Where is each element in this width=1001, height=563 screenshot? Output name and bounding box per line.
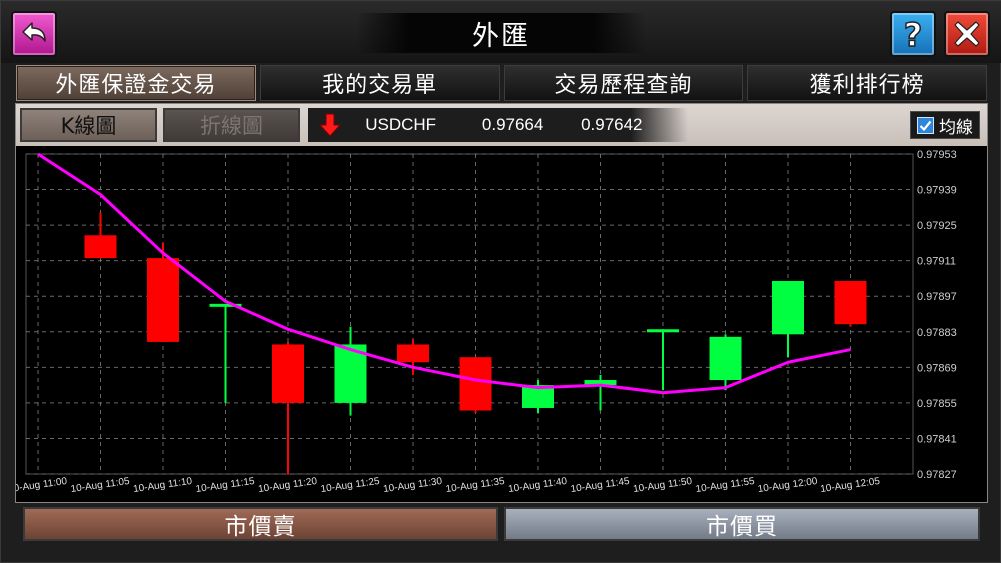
candle-body [84, 235, 117, 259]
quote-bid: 0.97664 [481, 115, 544, 134]
line-chart-button[interactable]: 折線圖 [163, 108, 300, 142]
x-tick-label: 10-Aug 11:40 [508, 476, 569, 495]
y-tick-label: 0.97883 [917, 327, 957, 339]
chart-panel: K線圖 折線圖 USDCHF 0.97664 0.97642 均線 0.9795… [15, 103, 988, 503]
close-x-icon [954, 21, 980, 47]
x-tick-label: 10-Aug 12:05 [820, 476, 881, 495]
svg-text:?: ? [904, 17, 923, 51]
y-tick-label: 0.97855 [917, 398, 957, 410]
x-tick-label: 10-Aug 11:55 [695, 476, 756, 495]
app-window: 外匯 ? 外匯保證金交易 我的交易單 交易歷程查詢 獲利排行榜 K線圖 折線圖 [0, 0, 1001, 563]
y-tick-label: 0.97939 [917, 185, 957, 197]
x-tick-label: 10-Aug 11:20 [258, 476, 319, 495]
tab-forex-margin-trading[interactable]: 外匯保證金交易 [16, 65, 256, 101]
x-tick-label: 10-Aug 11:45 [570, 476, 631, 495]
x-tick-label: 10-Aug 11:15 [195, 476, 256, 495]
x-tick-label: 10-Aug 11:30 [383, 476, 444, 495]
y-tick-label: 0.97911 [917, 256, 956, 268]
red-down-arrow-icon [316, 113, 343, 137]
candle-body [772, 280, 804, 335]
x-tick-label: 10-Aug 11:05 [70, 476, 131, 495]
market-sell-button[interactable]: 市價賣 [23, 507, 498, 541]
candlestick-chart[interactable]: 0.97953 0.97939 0.97925 0.97911 0.97897 0.978… [16, 146, 987, 502]
kline-chart-button[interactable]: K線圖 [20, 108, 157, 142]
y-tick-label: 0.97953 [917, 149, 957, 161]
candle-body [147, 258, 179, 342]
quote-symbol: USDCHF [365, 115, 437, 134]
window-title: 外匯 [356, 13, 646, 53]
y-tick-label: 0.97827 [917, 469, 957, 481]
help-button[interactable]: ? [890, 11, 936, 57]
y-tick-label: 0.97869 [917, 362, 957, 374]
close-button[interactable] [944, 11, 990, 57]
quote-ask: 0.97642 [581, 115, 643, 134]
x-tick-label: 10-Aug 11:35 [445, 476, 506, 495]
x-tick-label: 10-Aug 11:50 [633, 476, 694, 495]
main-tabs: 外匯保證金交易 我的交易單 交易歷程查詢 獲利排行榜 [16, 65, 987, 101]
y-tick-label: 0.97897 [917, 291, 957, 303]
checkbox-checked-icon[interactable] [917, 116, 934, 134]
tab-trade-history[interactable]: 交易歷程查詢 [503, 65, 744, 101]
candle-body [709, 336, 742, 381]
tab-profit-ranking[interactable]: 獲利排行榜 [747, 65, 987, 101]
candle-body [834, 280, 867, 325]
x-tick-label: 10-Aug 11:10 [133, 476, 194, 495]
market-buy-button[interactable]: 市價買 [504, 507, 980, 541]
x-tick-label: 10-Aug 12:00 [757, 476, 818, 495]
back-arrow-icon [22, 22, 46, 42]
question-mark-icon: ? [903, 17, 923, 51]
candle-body [647, 329, 679, 333]
title-bar: 外匯 ? [1, 1, 1001, 63]
x-tick-label: 10-Aug 11:00 [16, 476, 68, 495]
quote-strip: USDCHF 0.97664 0.97642 [308, 108, 688, 142]
chart-toolbar: K線圖 折線圖 USDCHF 0.97664 0.97642 均線 [16, 104, 987, 146]
moving-average-toggle[interactable]: 均線 [910, 111, 980, 139]
moving-average-label: 均線 [939, 117, 973, 138]
y-tick-label: 0.97841 [917, 433, 957, 445]
y-tick-label: 0.97925 [917, 220, 957, 232]
tab-my-orders[interactable]: 我的交易單 [259, 65, 500, 101]
chart-svg: 0.97953 0.97939 0.97925 0.97911 0.97897 0.978… [16, 149, 957, 495]
x-tick-label: 10-Aug 11:25 [320, 476, 381, 495]
back-button[interactable] [11, 11, 57, 57]
candle-body [397, 344, 429, 363]
candle-body [272, 344, 304, 403]
candle-body [459, 357, 492, 411]
